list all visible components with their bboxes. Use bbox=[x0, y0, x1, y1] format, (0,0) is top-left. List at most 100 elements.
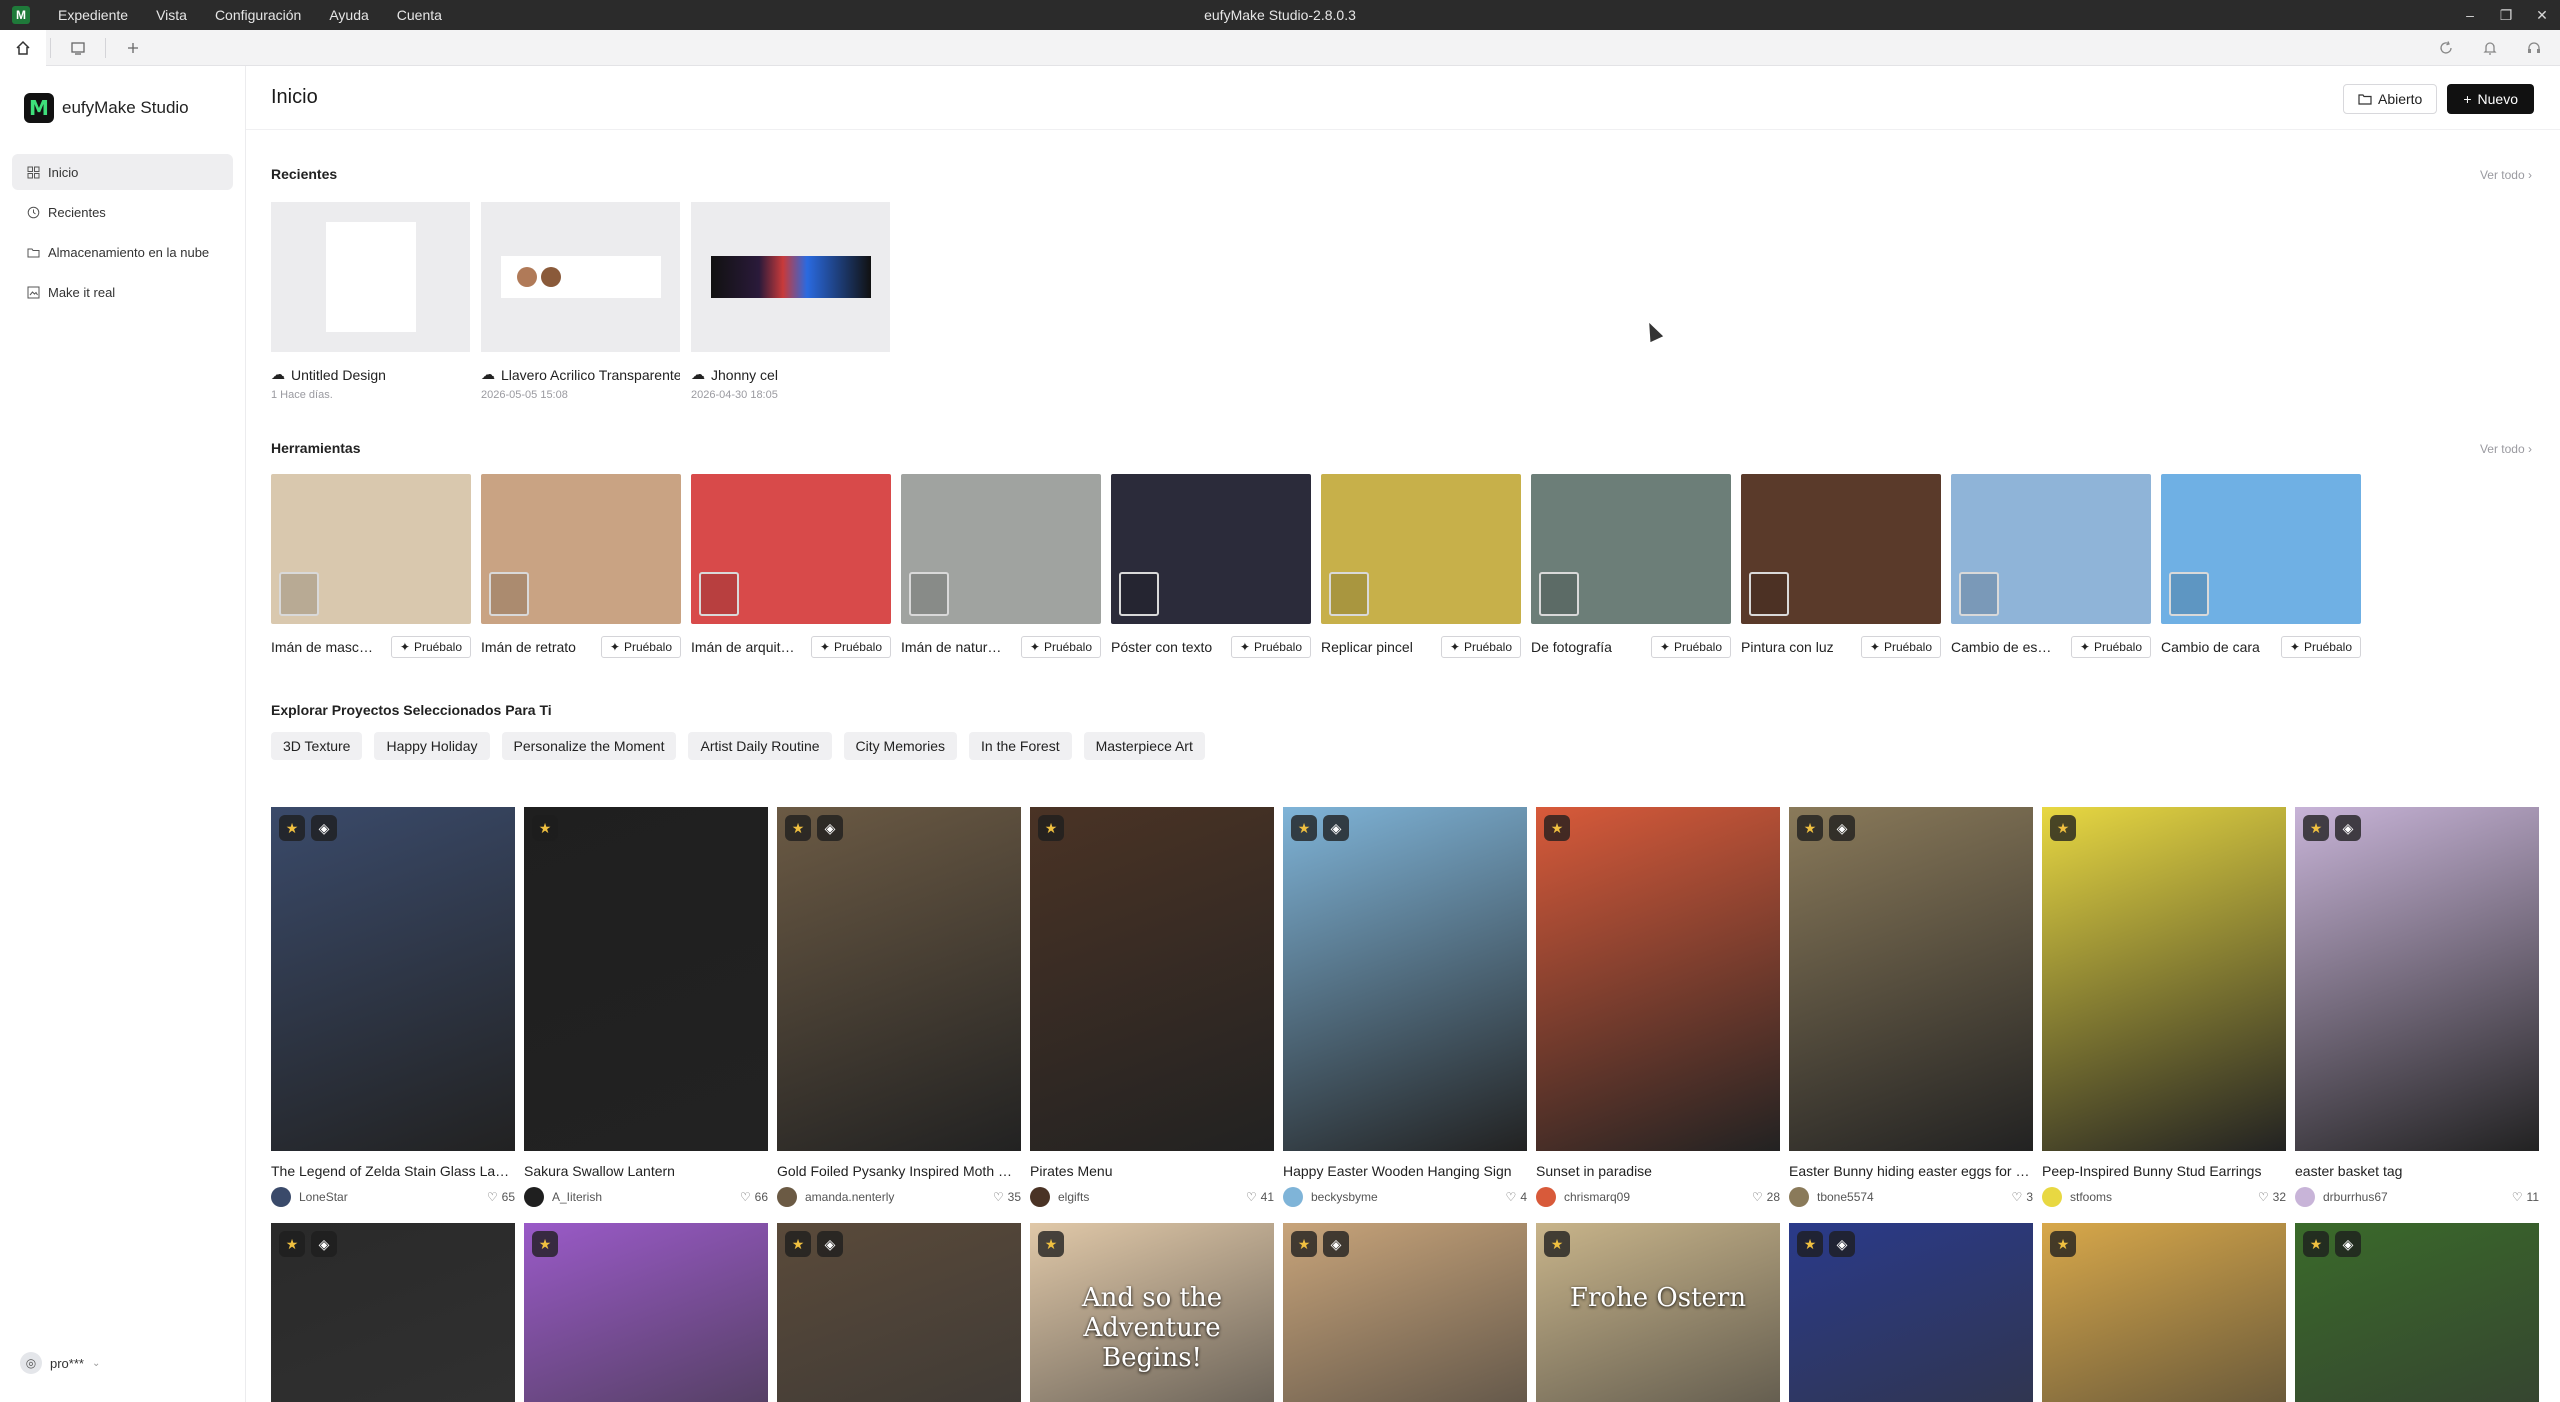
like-count[interactable]: ♡ 32 bbox=[2258, 1190, 2286, 1204]
sidebar-item-inicio[interactable]: Inicio bbox=[12, 154, 233, 190]
try-button[interactable]: ✦ Pruébalo bbox=[1650, 636, 1731, 658]
project-card[interactable]: ★ ◈ Happy Easter Wooden Hanging Sign beckys… bbox=[1283, 807, 1527, 1207]
project-card[interactable]: ★ Sunset in paradise chrismarq09 ♡ 28 bbox=[1536, 807, 1780, 1207]
recents-see-all-link[interactable]: Ver todo › bbox=[2480, 168, 2532, 182]
home-tab[interactable] bbox=[0, 29, 46, 66]
project-card[interactable]: ★ ◈ bbox=[271, 1223, 515, 1402]
project-card[interactable]: ★ ◈ bbox=[1789, 1223, 2033, 1402]
author-name: beckysbyme bbox=[1311, 1190, 1378, 1204]
like-count[interactable]: ♡ 65 bbox=[487, 1190, 515, 1204]
tool-card[interactable]: Pintura con luz ✦ Pruébalo bbox=[1741, 474, 1941, 658]
try-button[interactable]: ✦ Pruébalo bbox=[1020, 636, 1101, 658]
chip-in-the-forest[interactable]: In the Forest bbox=[969, 732, 1072, 760]
try-button[interactable]: ✦ Pruébalo bbox=[2280, 636, 2361, 658]
project-image: ★ And so the Adventure Begins! bbox=[1030, 1223, 1274, 1402]
user-name: pro*** bbox=[50, 1355, 84, 1371]
project-card[interactable]: ★ ◈ Easter Bunny hiding easter eggs for ki… bbox=[1789, 807, 2033, 1207]
plus-icon: + bbox=[2463, 91, 2472, 107]
project-card[interactable]: ★ ◈ bbox=[1283, 1223, 1527, 1402]
tool-card[interactable]: Imán de naturaleza ✦Pruébalo bbox=[901, 474, 1101, 658]
avatar bbox=[1030, 1187, 1050, 1207]
tool-card[interactable]: Imán de arquitectura ✦Pruébalo bbox=[691, 474, 891, 658]
avatar bbox=[2042, 1187, 2062, 1207]
menu-configuracion[interactable]: Configuración bbox=[201, 0, 315, 30]
try-button[interactable]: ✦ Pruébalo bbox=[600, 636, 681, 658]
tool-card[interactable]: Imán de mascota ✦ Pruébalo bbox=[271, 474, 471, 658]
new-button[interactable]: + Nuevo bbox=[2447, 84, 2534, 114]
sidebar-item-almacenamiento[interactable]: Almacenamiento en la nube bbox=[12, 234, 233, 270]
bell-icon[interactable] bbox=[2482, 40, 2498, 56]
menu-ayuda[interactable]: Ayuda bbox=[315, 0, 382, 30]
project-title: Peep-Inspired Bunny Stud Earrings bbox=[2042, 1163, 2262, 1179]
star-badge-icon: ★ bbox=[1797, 1231, 1823, 1257]
project-card[interactable]: ★ ◈ The Legend of Zelda Stain Glass Lanter… bbox=[271, 807, 515, 1207]
try-button[interactable]: ✦ Pruébalo bbox=[1230, 636, 1311, 658]
try-button-label: Pruébalo bbox=[833, 640, 882, 654]
project-card[interactable]: ★ ◈ easter basket tag drburrhus67 ♡ 11 bbox=[2295, 807, 2539, 1207]
chip-masterpiece-art[interactable]: Masterpiece Art bbox=[1083, 732, 1205, 760]
tool-card[interactable]: Póster con texto ✦ Pruébalo bbox=[1111, 474, 1311, 658]
recent-thumbnail bbox=[271, 202, 470, 352]
add-tab-button[interactable] bbox=[110, 30, 156, 66]
tool-thumbnail bbox=[1741, 474, 1941, 624]
like-count[interactable]: ♡ 3 bbox=[2012, 1190, 2033, 1204]
try-button[interactable]: ✦ Pruébalo bbox=[1440, 636, 1521, 658]
recent-card[interactable]: ☁ Llavero Acrilico Transparente 2026-05-0… bbox=[481, 202, 680, 401]
like-count[interactable]: ♡ 11 bbox=[2512, 1190, 2539, 1204]
like-count[interactable]: ♡ 35 bbox=[993, 1190, 1021, 1204]
sparkle-icon: ✦ bbox=[1869, 640, 1880, 654]
try-button[interactable]: ✦ Pruébalo bbox=[810, 636, 891, 658]
project-card[interactable]: ★ bbox=[524, 1223, 768, 1402]
project-card[interactable]: ★ Sakura Swallow Lantern A_Iiterish ♡ 66 bbox=[524, 807, 768, 1207]
recent-card[interactable]: ☁ Jhonny cel 2026-04-30 18:05 bbox=[691, 202, 890, 401]
menu-cuenta[interactable]: Cuenta bbox=[383, 0, 456, 30]
tools-see-all-link[interactable]: Ver todo › bbox=[2480, 442, 2532, 456]
design-tab[interactable] bbox=[55, 30, 101, 66]
project-card[interactable]: ★ And so the Adventure Begins! bbox=[1030, 1223, 1274, 1402]
chip-artist-daily-routine[interactable]: Artist Daily Routine bbox=[688, 732, 832, 760]
avatar bbox=[1536, 1187, 1556, 1207]
project-card[interactable]: ★ Pirates Menu elgifts ♡ 41 bbox=[1030, 807, 1274, 1207]
tool-card[interactable]: Cambio de estilo ✦ Pruébalo bbox=[1951, 474, 2151, 658]
like-count[interactable]: ♡ 41 bbox=[1246, 1190, 1274, 1204]
project-card[interactable]: ★ ◈ bbox=[2295, 1223, 2539, 1402]
tool-card[interactable]: Cambio de cara ✦ Pruébalo bbox=[2161, 474, 2361, 658]
minimize-icon[interactable]: – bbox=[2452, 0, 2488, 30]
chip-happy-holiday[interactable]: Happy Holiday bbox=[374, 732, 490, 760]
like-count[interactable]: ♡ 4 bbox=[1506, 1190, 1527, 1204]
project-card[interactable]: ★ ◈ bbox=[777, 1223, 1021, 1402]
tool-sample bbox=[1749, 572, 1789, 616]
tool-card[interactable]: Imán de retrato ✦ Pruébalo bbox=[481, 474, 681, 658]
chip-3d-texture[interactable]: 3D Texture bbox=[271, 732, 363, 760]
menu-vista[interactable]: Vista bbox=[142, 0, 201, 30]
project-card[interactable]: ★ Peep-Inspired Bunny Stud Earrings stfoom… bbox=[2042, 807, 2286, 1207]
sidebar-item-recientes[interactable]: Recientes bbox=[12, 194, 233, 230]
like-count[interactable]: ♡ 28 bbox=[1752, 1190, 1780, 1204]
restore-icon[interactable]: ❐ bbox=[2488, 0, 2524, 30]
project-card[interactable]: ★ bbox=[2042, 1223, 2286, 1402]
star-badge-icon: ★ bbox=[532, 1231, 558, 1257]
project-card[interactable]: ★◈ Gold Foiled Pysanky Inspired Moth Earr… bbox=[777, 807, 1021, 1207]
recent-card[interactable]: ☁ Untitled Design 1 Hace días. bbox=[271, 202, 470, 401]
chip-city-memories[interactable]: City Memories bbox=[843, 732, 957, 760]
like-count[interactable]: ♡ 66 bbox=[740, 1190, 768, 1204]
project-card[interactable]: ★ Frohe Ostern bbox=[1536, 1223, 1780, 1402]
open-button[interactable]: Abierto bbox=[2342, 84, 2438, 114]
try-button[interactable]: ✦ Pruébalo bbox=[2070, 636, 2151, 658]
sidebar-item-make-it-real[interactable]: Make it real bbox=[12, 274, 233, 310]
try-button[interactable]: ✦ Pruébalo bbox=[1860, 636, 1941, 658]
tool-card[interactable]: Replicar pincel ✦ Pruébalo bbox=[1321, 474, 1521, 658]
refresh-icon[interactable] bbox=[2438, 40, 2454, 56]
sparkle-icon: ✦ bbox=[609, 640, 620, 654]
chip-personalize-the-moment[interactable]: Personalize the Moment bbox=[501, 732, 677, 760]
project-image: ★ bbox=[524, 1223, 768, 1402]
close-icon[interactable]: ✕ bbox=[2524, 0, 2560, 30]
project-image: ★ ◈ bbox=[271, 1223, 515, 1402]
user-menu[interactable]: ◎ pro*** ⌄ bbox=[20, 1352, 100, 1374]
explore-title: Explorar Proyectos Seleccionados Para Ti bbox=[271, 702, 552, 718]
menu-expediente[interactable]: Expediente bbox=[44, 0, 142, 30]
headset-icon[interactable] bbox=[2526, 40, 2542, 56]
tool-card[interactable]: De fotografía ✦ Pruébalo bbox=[1531, 474, 1731, 658]
try-button[interactable]: ✦ Pruébalo bbox=[390, 636, 471, 658]
project-image: ★ bbox=[1536, 807, 1780, 1151]
